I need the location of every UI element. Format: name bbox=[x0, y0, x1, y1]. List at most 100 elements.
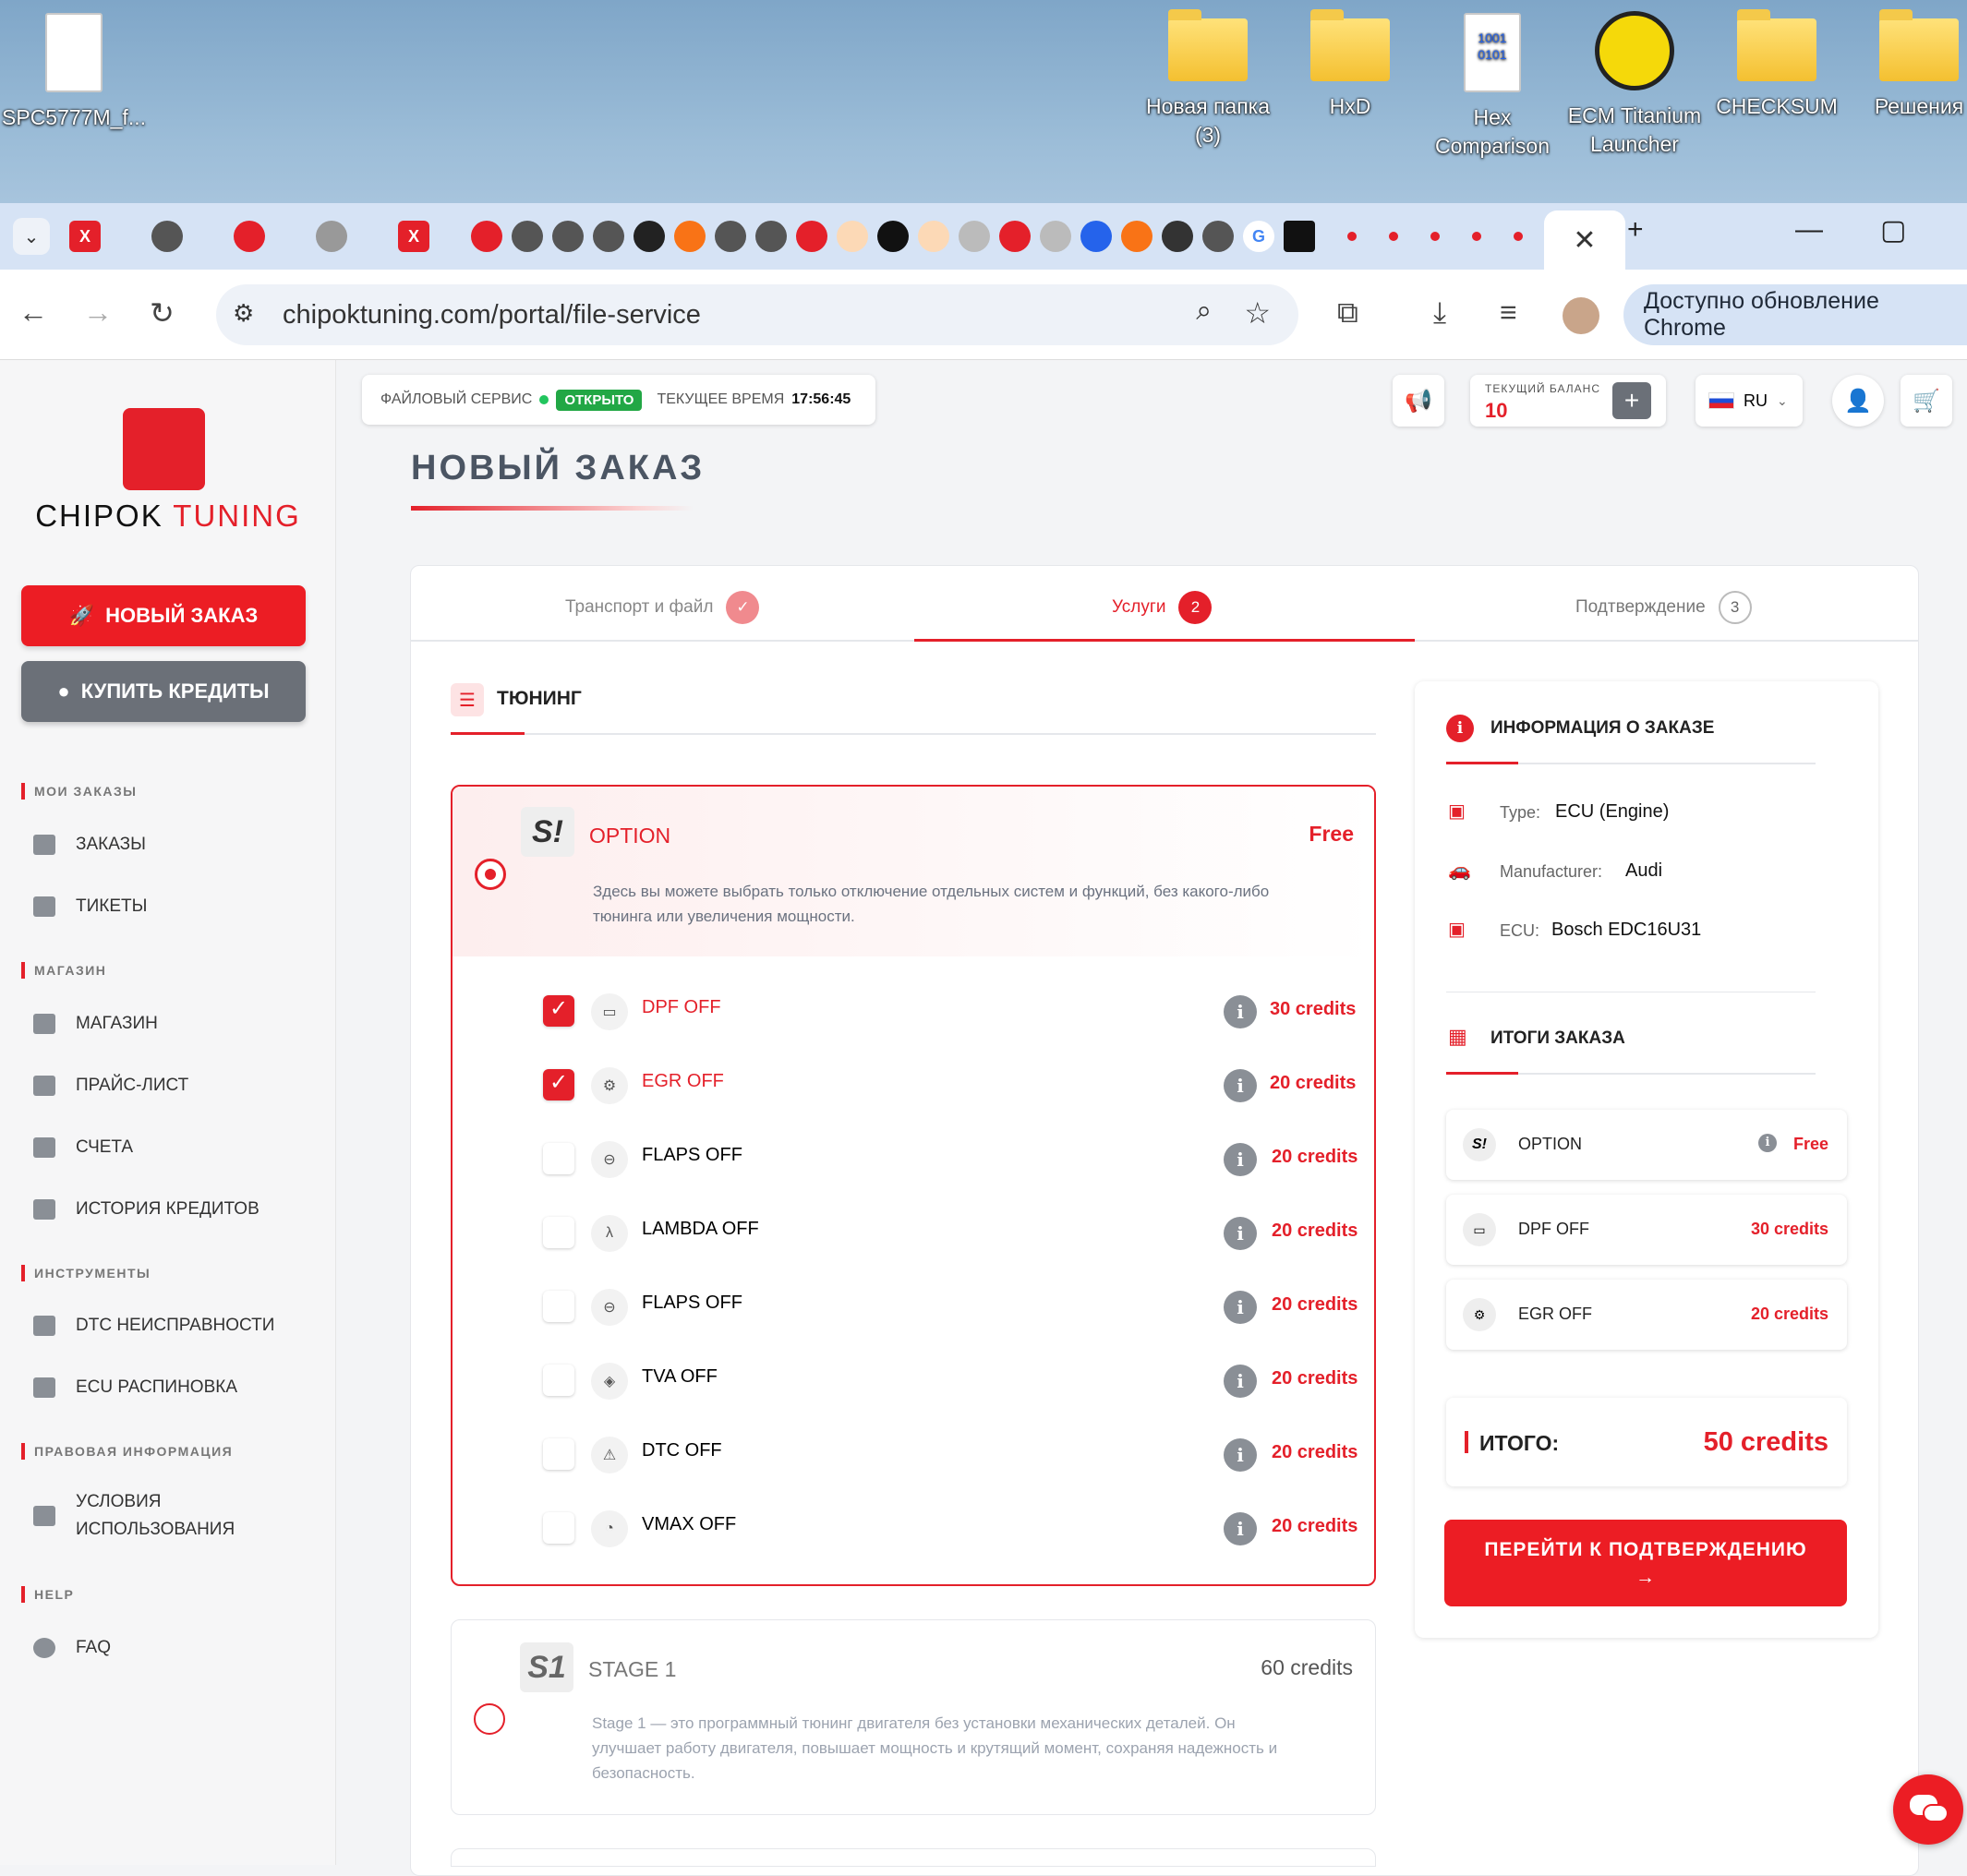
minimize-icon[interactable]: — bbox=[1795, 214, 1823, 246]
tab-globe-icon[interactable] bbox=[593, 221, 624, 252]
info-icon[interactable]: i bbox=[1224, 995, 1257, 1028]
option-row-lambda[interactable]: λ LAMBDA OFF i 20 credits bbox=[453, 1197, 1374, 1270]
tab-favicon-icon[interactable] bbox=[837, 221, 868, 252]
media-icon[interactable]: ≡ bbox=[1500, 295, 1517, 330]
tab-puzzle-icon[interactable] bbox=[1080, 221, 1112, 252]
tab-kia-icon[interactable] bbox=[1284, 221, 1315, 252]
tab-favicon-icon[interactable] bbox=[796, 221, 827, 252]
sidebar-item-faq[interactable]: FAQ bbox=[33, 1634, 111, 1662]
tab-favicon-icon[interactable] bbox=[999, 221, 1031, 252]
desktop-icon-checksum[interactable]: CHECKSUM bbox=[1703, 9, 1851, 121]
info-icon[interactable]: i bbox=[1224, 1069, 1257, 1102]
vmax-checkbox[interactable] bbox=[543, 1512, 574, 1544]
sidebar-item-orders[interactable]: ЗАКАЗЫ bbox=[33, 831, 146, 859]
tab-favicon-icon[interactable] bbox=[1121, 221, 1152, 252]
zoom-icon[interactable]: ⌕ bbox=[1196, 295, 1212, 327]
info-icon[interactable]: i bbox=[1224, 1291, 1257, 1324]
tab-favicon-icon[interactable] bbox=[959, 221, 990, 252]
tab-favicon-icon[interactable]: X bbox=[69, 221, 101, 252]
flaps-checkbox[interactable] bbox=[543, 1143, 574, 1174]
info-icon[interactable]: i bbox=[1224, 1365, 1257, 1398]
sidebar-item-ecu-pinout[interactable]: ECU РАСПИНОВКА bbox=[33, 1374, 237, 1401]
option-row-dpf[interactable]: ▭ DPF OFF i 30 credits bbox=[453, 975, 1374, 1049]
info-icon[interactable]: i bbox=[1224, 1143, 1257, 1176]
sidebar-item-shop[interactable]: МАГАЗИН bbox=[33, 1010, 158, 1038]
desktop-icon-hxd[interactable]: HxD bbox=[1276, 9, 1424, 121]
tab-favicon-icon[interactable] bbox=[1347, 232, 1357, 241]
tab-favicon-icon[interactable] bbox=[471, 221, 502, 252]
tab-favicon-icon[interactable] bbox=[1389, 232, 1398, 241]
step-services[interactable]: Услуги 2 bbox=[1112, 591, 1213, 624]
site-settings-icon[interactable]: ⚙ bbox=[233, 299, 254, 328]
dpf-checkbox[interactable] bbox=[543, 995, 574, 1027]
tab-favicon-icon[interactable] bbox=[1430, 232, 1440, 241]
info-icon[interactable]: i bbox=[1758, 1134, 1777, 1152]
go-to-confirmation-button[interactable]: ПЕРЕЙТИ К ПОДТВЕРЖДЕНИЮ → bbox=[1444, 1520, 1847, 1606]
stage1-package-card[interactable]: S1 STAGE 1 60 credits Stage 1 — это прог… bbox=[451, 1619, 1376, 1815]
desktop-icon-file[interactable]: SPC5777M_f... bbox=[0, 9, 148, 132]
back-icon[interactable]: ← bbox=[18, 295, 48, 330]
option-row-vmax[interactable]: ◔ VMAX OFF i 20 credits bbox=[453, 1492, 1374, 1566]
dtc-checkbox[interactable] bbox=[543, 1438, 574, 1470]
tab-globe-icon[interactable] bbox=[755, 221, 787, 252]
tab-google-icon[interactable]: G bbox=[1243, 221, 1274, 252]
stage1-radio[interactable] bbox=[474, 1703, 505, 1735]
new-order-button[interactable]: 🚀 НОВЫЙ ЗАКАЗ bbox=[21, 585, 306, 646]
option-row-tva[interactable]: ◈ TVA OFF i 20 credits bbox=[453, 1344, 1374, 1418]
active-tab-close-icon[interactable]: ✕ bbox=[1544, 210, 1625, 270]
option-radio[interactable] bbox=[475, 859, 506, 890]
url-input[interactable]: ⚙ chipoktuning.com/portal/file-service ⌕… bbox=[216, 284, 1298, 345]
sidebar-item-invoices[interactable]: СЧЕТА bbox=[33, 1134, 133, 1161]
sidebar-item-pricelist[interactable]: ПРАЙС-ЛИСТ bbox=[33, 1072, 188, 1100]
step-vehicle-file[interactable]: Транспорт и файл ✓ bbox=[565, 591, 760, 624]
desktop-icon-hex-comparison[interactable]: 1001 0101 Hex Comparison bbox=[1418, 9, 1566, 161]
tab-globe-icon[interactable] bbox=[715, 221, 746, 252]
chrome-update-button[interactable]: Доступно обновление Chrome bbox=[1623, 284, 1967, 345]
cart-icon[interactable]: 🛒 bbox=[1901, 375, 1952, 427]
info-icon[interactable]: i bbox=[1224, 1438, 1257, 1472]
tab-favicon-icon[interactable] bbox=[674, 221, 706, 252]
download-icon[interactable]: ⤓ bbox=[1433, 295, 1446, 331]
tab-favicon-icon[interactable] bbox=[918, 221, 949, 252]
tab-globe-icon[interactable] bbox=[512, 221, 543, 252]
info-icon[interactable]: i bbox=[1224, 1217, 1257, 1250]
tab-favicon-icon[interactable] bbox=[1040, 221, 1071, 252]
tab-favicon-icon[interactable] bbox=[877, 221, 909, 252]
add-balance-button[interactable]: + bbox=[1612, 382, 1651, 419]
desktop-icon-ecm-titanium[interactable]: ECM Titanium Launcher bbox=[1561, 9, 1708, 159]
sidebar-item-credit-history[interactable]: ИСТОРИЯ КРЕДИТОВ bbox=[33, 1196, 259, 1223]
buy-credits-button[interactable]: ● КУПИТЬ КРЕДИТЫ bbox=[21, 661, 306, 722]
maximize-icon[interactable]: ▢ bbox=[1880, 214, 1906, 247]
reload-icon[interactable]: ↻ bbox=[150, 295, 175, 331]
tab-globe-icon[interactable] bbox=[151, 221, 183, 252]
sidebar-item-terms[interactable]: УСЛОВИЯ ИСПОЛЬЗОВАНИЯ bbox=[33, 1488, 235, 1544]
tab-globe-icon[interactable] bbox=[1202, 221, 1234, 252]
sidebar-item-tickets[interactable]: ТИКЕТЫ bbox=[33, 893, 147, 920]
desktop-icon-solutions[interactable]: Решения bbox=[1845, 9, 1967, 121]
bookmark-star-icon[interactable]: ☆ bbox=[1244, 295, 1271, 331]
tva-checkbox[interactable] bbox=[543, 1365, 574, 1396]
chat-bubble-icon[interactable] bbox=[1893, 1774, 1963, 1845]
extensions-icon[interactable]: ⧉ bbox=[1337, 295, 1358, 331]
tab-globe-icon[interactable] bbox=[552, 221, 584, 252]
tab-search-icon[interactable]: ⌄ bbox=[13, 218, 50, 255]
step-confirmation[interactable]: Подтверждение 3 bbox=[1575, 591, 1752, 624]
tab-favicon-icon[interactable] bbox=[1162, 221, 1193, 252]
tab-favicon-icon[interactable] bbox=[634, 221, 665, 252]
new-tab-button[interactable]: + bbox=[1627, 214, 1644, 246]
option-row-flaps-2[interactable]: ⊖ FLAPS OFF i 20 credits bbox=[453, 1270, 1374, 1344]
flaps-checkbox[interactable] bbox=[543, 1291, 574, 1322]
info-icon[interactable]: i bbox=[1224, 1512, 1257, 1545]
announcement-icon[interactable]: 📢 bbox=[1393, 375, 1444, 427]
sidebar-item-dtc[interactable]: DTC НЕИСПРАВНОСТИ bbox=[33, 1312, 274, 1340]
option-row-flaps[interactable]: ⊖ FLAPS OFF i 20 credits bbox=[453, 1123, 1374, 1197]
profile-avatar[interactable] bbox=[1563, 297, 1599, 334]
tab-favicon-icon[interactable] bbox=[316, 221, 347, 252]
option-row-dtc[interactable]: ⚠ DTC OFF i 20 credits bbox=[453, 1418, 1374, 1492]
chipok-logo-icon[interactable] bbox=[123, 408, 205, 490]
tab-favicon-icon[interactable] bbox=[234, 221, 265, 252]
tab-favicon-icon[interactable]: X bbox=[398, 221, 429, 252]
tab-favicon-icon[interactable] bbox=[1472, 232, 1481, 241]
tab-favicon-icon[interactable] bbox=[1514, 232, 1523, 241]
user-icon[interactable]: 👤 bbox=[1832, 375, 1884, 427]
